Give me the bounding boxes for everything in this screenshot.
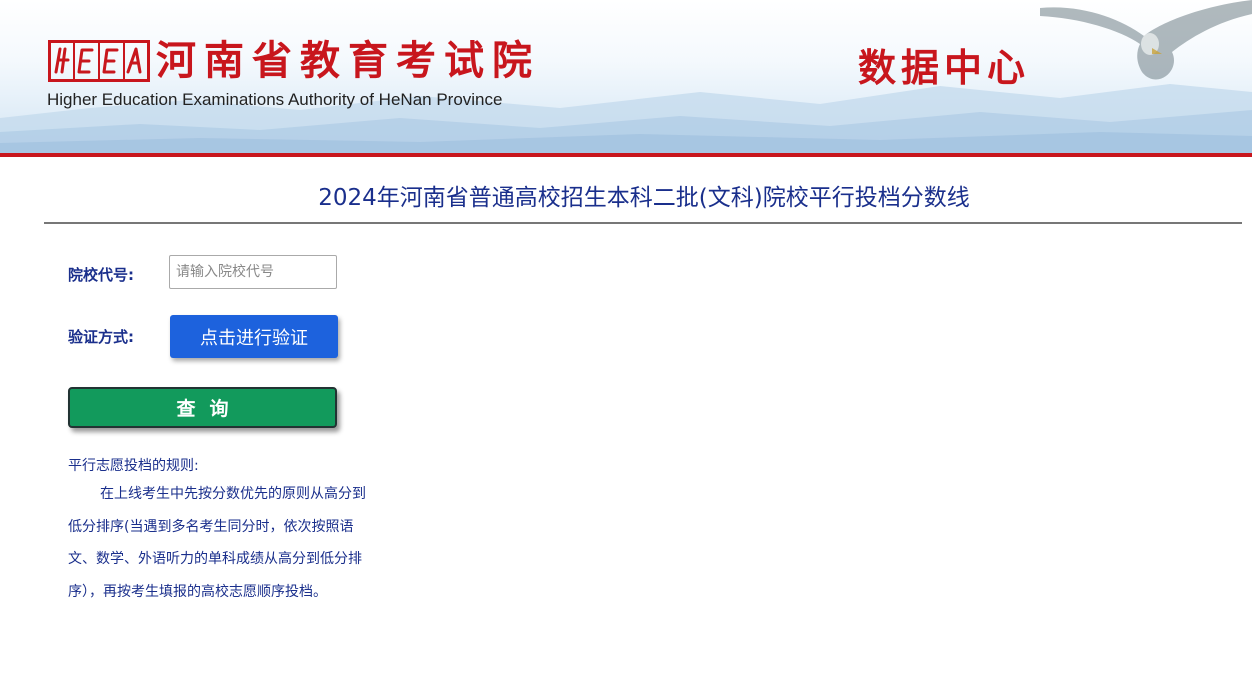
header-divider — [0, 153, 1252, 157]
school-code-label: 院校代号: — [68, 266, 134, 284]
page-title: 2024年河南省普通高校招生本科二批(文科)院校平行投档分数线 — [318, 185, 970, 211]
org-chinese-title: 河南省教育考试院 — [156, 38, 540, 84]
eagle-icon — [1040, 0, 1252, 80]
header-banner: 河南省教育考试院 Higher Education Examinations A… — [0, 0, 1252, 153]
verify-button[interactable]: 点击进行验证 — [170, 315, 338, 358]
org-english-title: Higher Education Examinations Authority … — [47, 90, 503, 109]
rules-section: 平行志愿投档的规则: 在上线考生中先按分数优先的原则从高分到低分排序(当遇到多名… — [68, 454, 368, 608]
title-divider — [44, 222, 1242, 224]
verify-method-label: 验证方式: — [68, 328, 134, 346]
heea-logo-icon — [48, 40, 150, 82]
rules-body: 在上线考生中先按分数优先的原则从高分到低分排序(当遇到多名考生同分时，依次按照语… — [68, 486, 366, 600]
query-button[interactable]: 查询 — [68, 387, 337, 428]
data-center-title: 数据中心 — [858, 46, 1031, 90]
rules-title: 平行志愿投档的规则: — [68, 458, 199, 474]
school-code-input[interactable] — [169, 255, 337, 289]
